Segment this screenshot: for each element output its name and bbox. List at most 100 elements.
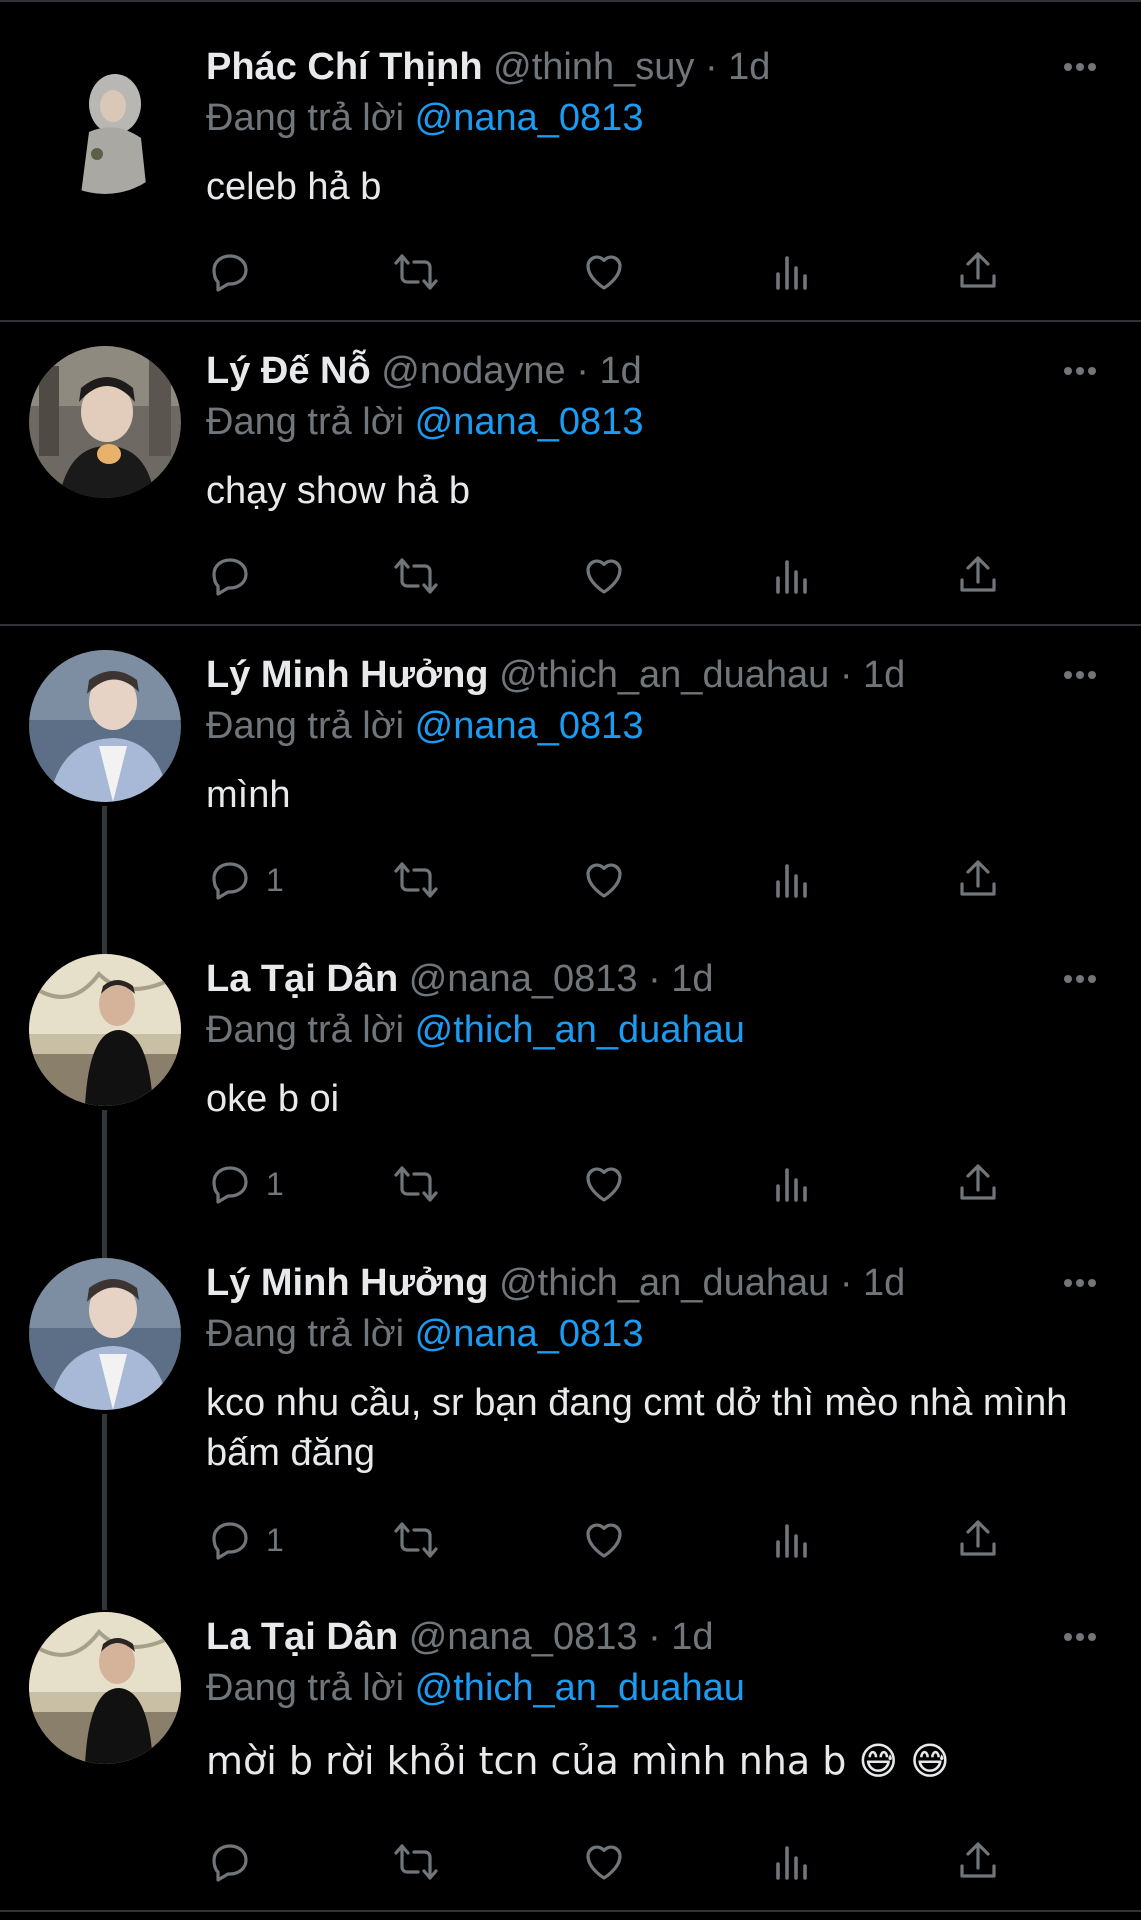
- reply-icon: [212, 1166, 248, 1204]
- thread-line: [102, 1414, 107, 1610]
- display-name[interactable]: La Tại Dân: [206, 958, 398, 1000]
- more-icon[interactable]: [1060, 964, 1100, 994]
- views-button[interactable]: [768, 1834, 816, 1890]
- reply-count: 1: [266, 1521, 284, 1558]
- mention-link[interactable]: @nana_0813: [415, 401, 644, 443]
- more-icon[interactable]: [1060, 1622, 1100, 1652]
- like-button[interactable]: [580, 1834, 628, 1890]
- mention-link[interactable]: @nana_0813: [415, 1313, 644, 1355]
- replying-to: Đang trả lời @thich_an_duahau: [206, 1007, 745, 1053]
- retweet-icon: [394, 558, 438, 594]
- views-button[interactable]: [768, 852, 816, 908]
- reply-icon: [212, 862, 248, 900]
- user-handle[interactable]: @thinh_suy: [493, 46, 694, 88]
- retweet-button[interactable]: [392, 548, 440, 604]
- like-button[interactable]: [580, 244, 628, 300]
- heart-icon: [586, 863, 622, 898]
- avatar[interactable]: [29, 954, 181, 1106]
- timestamp[interactable]: 1d: [671, 958, 713, 1000]
- views-button[interactable]: [768, 1156, 816, 1212]
- share-icon: [960, 860, 996, 896]
- avatar[interactable]: [29, 650, 181, 802]
- more-icon[interactable]: [1060, 356, 1100, 386]
- share-button[interactable]: [954, 548, 1002, 604]
- tweet-text: kco nhu cầu, sr bạn đang cmt dở thì mèo …: [206, 1382, 1068, 1474]
- user-handle[interactable]: @nodayne: [381, 350, 565, 392]
- timestamp[interactable]: 1d: [728, 46, 770, 88]
- reply-count: 1: [266, 861, 284, 898]
- avatar[interactable]: [29, 1612, 181, 1764]
- mention-link[interactable]: @thich_an_duahau: [415, 1667, 745, 1709]
- retweet-button[interactable]: [392, 244, 440, 300]
- retweet-button[interactable]: [392, 1512, 440, 1568]
- reply-button[interactable]: [206, 244, 266, 300]
- action-bar: [206, 1834, 1026, 1890]
- user-handle[interactable]: @thich_an_duahau: [499, 1262, 829, 1304]
- share-icon: [960, 252, 996, 288]
- tweet-header: La Tại Dân @nana_0813 · 1d: [206, 1614, 714, 1660]
- reply-icon: [212, 254, 248, 292]
- like-button[interactable]: [580, 1512, 628, 1568]
- views-icon: [776, 1846, 807, 1880]
- display-name[interactable]: Lý Minh Hưởng: [206, 654, 489, 696]
- user-handle[interactable]: @nana_0813: [409, 958, 638, 1000]
- more-icon[interactable]: [1060, 52, 1100, 82]
- mention-link[interactable]: @thich_an_duahau: [415, 1009, 745, 1051]
- share-button[interactable]: [954, 1834, 1002, 1890]
- share-button[interactable]: [954, 852, 1002, 908]
- like-button[interactable]: [580, 548, 628, 604]
- retweet-button[interactable]: [392, 852, 440, 908]
- views-icon: [776, 864, 807, 898]
- timestamp[interactable]: 1d: [671, 1616, 713, 1658]
- views-button[interactable]: [768, 244, 816, 300]
- like-button[interactable]: [580, 1156, 628, 1212]
- more-icon[interactable]: [1060, 660, 1100, 690]
- views-icon: [776, 256, 807, 290]
- like-button[interactable]: [580, 852, 628, 908]
- separator-dot: ·: [704, 46, 718, 88]
- mention-link[interactable]: @nana_0813: [415, 97, 644, 139]
- separator-dot: ·: [839, 1262, 853, 1304]
- reply-prefix: Đang trả lời: [206, 1667, 405, 1709]
- share-icon: [960, 1164, 996, 1200]
- more-icon[interactable]: [1060, 1268, 1100, 1298]
- share-button[interactable]: [954, 1156, 1002, 1212]
- views-button[interactable]: [768, 548, 816, 604]
- display-name[interactable]: Lý Minh Hưởng: [206, 1262, 489, 1304]
- reply-prefix: Đang trả lời: [206, 705, 405, 747]
- display-name[interactable]: Phác Chí Thịnh: [206, 46, 483, 88]
- heart-icon: [586, 559, 622, 594]
- display-name[interactable]: Lý Đế Nỗ: [206, 350, 371, 392]
- avatar[interactable]: [29, 346, 181, 498]
- separator-dot: ·: [576, 350, 589, 392]
- timestamp[interactable]: 1d: [863, 654, 905, 696]
- retweet-button[interactable]: [392, 1834, 440, 1890]
- retweet-button[interactable]: [392, 1156, 440, 1212]
- reply-button[interactable]: 1: [206, 1512, 284, 1568]
- tweet-text: mình: [206, 774, 291, 816]
- reply-button[interactable]: 1: [206, 1156, 284, 1212]
- separator-dot: ·: [839, 654, 853, 696]
- reply-button[interactable]: 1: [206, 852, 284, 908]
- avatar[interactable]: [29, 1258, 181, 1410]
- action-bar: [206, 548, 1026, 604]
- retweet-icon: [394, 1844, 438, 1880]
- mention-link[interactable]: @nana_0813: [415, 705, 644, 747]
- reply-button[interactable]: [206, 1834, 266, 1890]
- retweet-icon: [394, 862, 438, 898]
- reply-button[interactable]: [206, 548, 266, 604]
- timestamp[interactable]: 1d: [599, 350, 641, 392]
- replying-to: Đang trả lời @thich_an_duahau: [206, 1665, 745, 1711]
- reply-icon: [212, 1844, 248, 1882]
- user-handle[interactable]: @thich_an_duahau: [499, 654, 829, 696]
- avatar[interactable]: [29, 42, 181, 194]
- user-handle[interactable]: @nana_0813: [409, 1616, 638, 1658]
- share-button[interactable]: [954, 1512, 1002, 1568]
- share-button[interactable]: [954, 244, 1002, 300]
- tweet-header: Lý Đế Nỗ @nodayne · 1d: [206, 348, 642, 394]
- action-bar: 1: [206, 1156, 1026, 1212]
- display-name[interactable]: La Tại Dân: [206, 1616, 398, 1658]
- retweet-icon: [394, 1522, 438, 1558]
- views-button[interactable]: [768, 1512, 816, 1568]
- timestamp[interactable]: 1d: [863, 1262, 905, 1304]
